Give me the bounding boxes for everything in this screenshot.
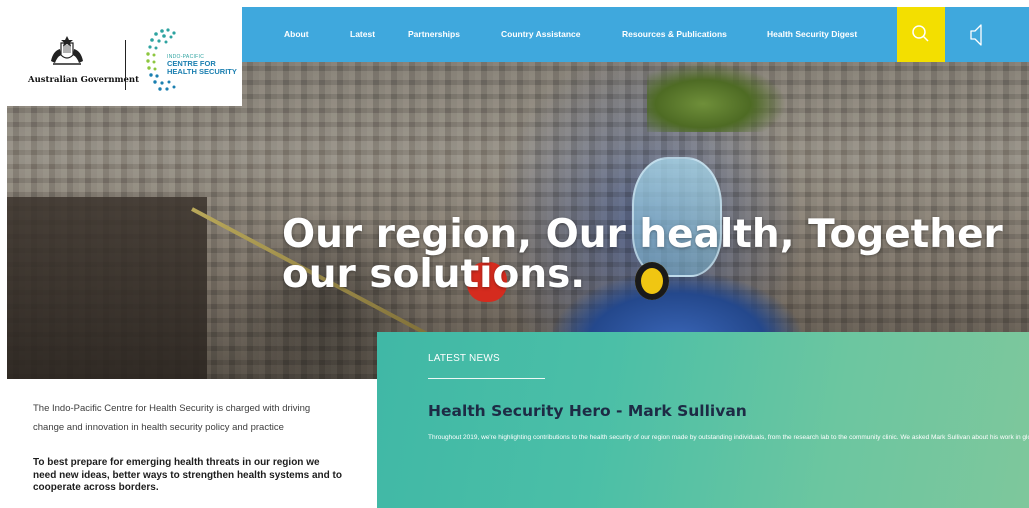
site-logo[interactable]: Australian Government INDO-PACIFIC CENTR…	[7, 7, 242, 106]
nav-item-resources-publications[interactable]: Resources & Publications	[622, 7, 727, 62]
hero-doorway	[7, 197, 207, 379]
nav-item-latest[interactable]: Latest	[350, 7, 375, 62]
main-navigation: About Latest Partnerships Country Assist…	[242, 7, 1029, 62]
intro-panel: The Indo-Pacific Centre for Health Secur…	[7, 379, 377, 508]
nav-item-partnerships[interactable]: Partnerships	[408, 7, 460, 62]
coat-of-arms-icon	[51, 36, 83, 65]
nav-item-health-security-digest[interactable]: Health Security Digest	[767, 7, 857, 62]
nav-item-about[interactable]: About	[284, 7, 309, 62]
speaker-icon	[970, 24, 982, 46]
logo-divider	[125, 40, 126, 90]
hero-foliage	[647, 62, 787, 132]
latest-news-panel: LATEST NEWS Health Security Hero - Mark …	[377, 332, 1029, 508]
intro-emphasis: To best prepare for emerging health thre…	[33, 457, 342, 493]
latest-news-heading: LATEST NEWS	[428, 353, 500, 364]
intro-paragraph: The Indo-Pacific Centre for Health Secur…	[33, 403, 311, 433]
hero-title: Our region, Our health, Together our sol…	[282, 212, 1003, 297]
news-article-title[interactable]: Health Security Hero - Mark Sullivan	[428, 402, 747, 420]
search-button[interactable]	[897, 7, 945, 62]
news-article-summary: Throughout 2019, we're highlighting cont…	[428, 434, 1029, 441]
search-icon	[912, 25, 929, 42]
government-label: Australian Government	[28, 75, 140, 85]
nav-item-country-assistance[interactable]: Country Assistance	[501, 7, 581, 62]
audio-button[interactable]	[957, 7, 997, 62]
latest-news-divider	[428, 378, 545, 379]
centre-name-line2: HEALTH SECURITY	[167, 67, 237, 76]
page: Our region, Our health, Together our sol…	[7, 7, 1029, 508]
